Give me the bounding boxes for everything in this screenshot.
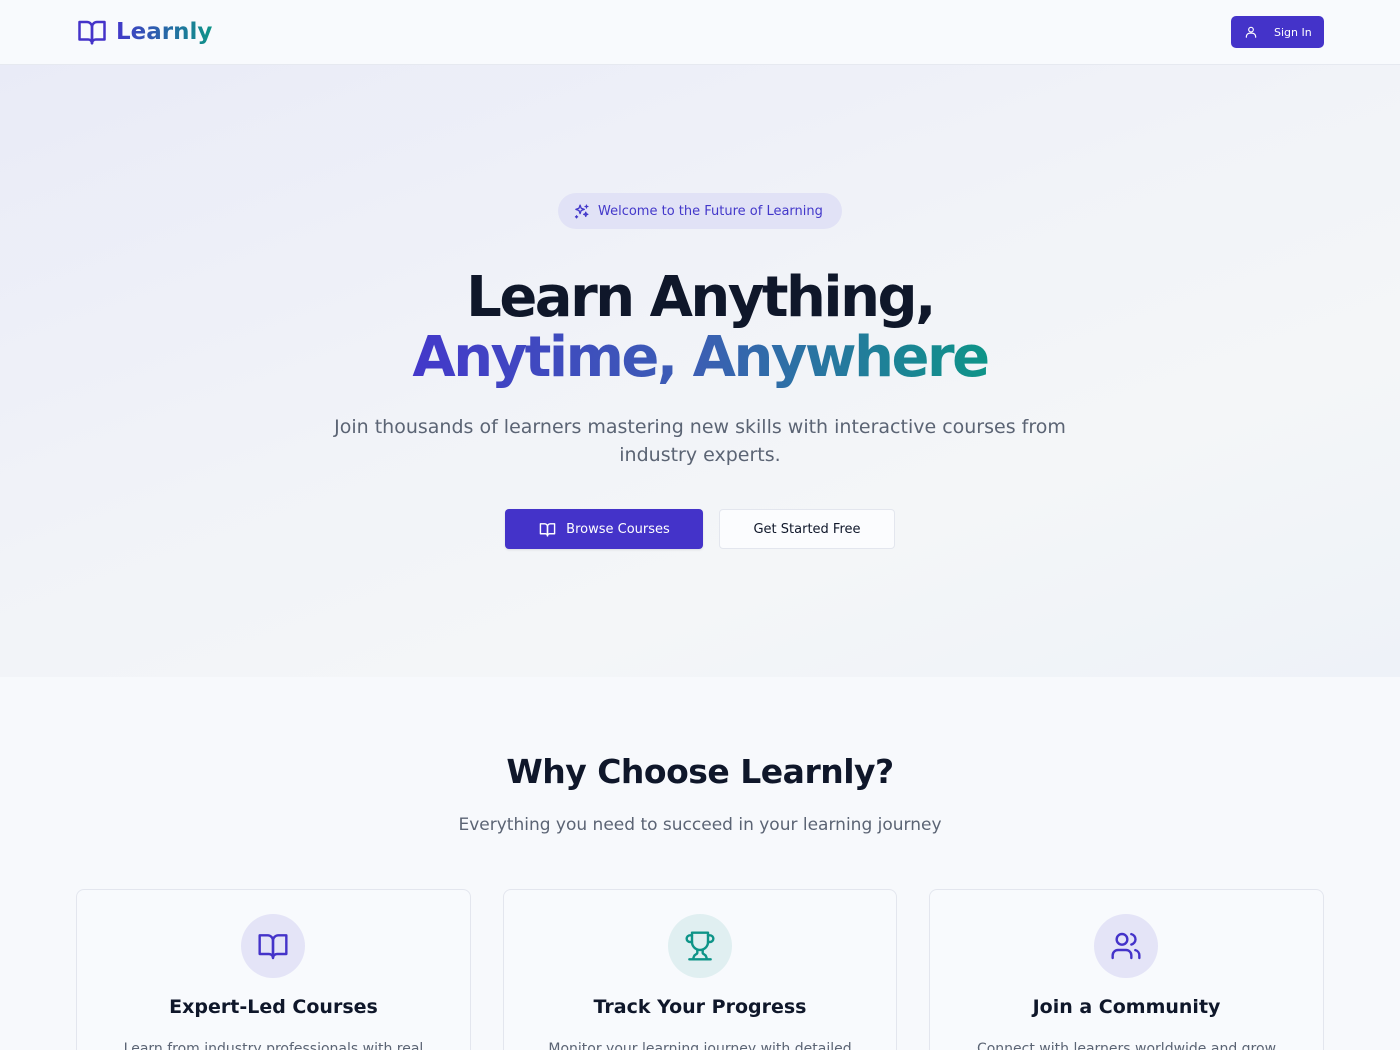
hero-subtitle: Join thousands of learners mastering new…: [334, 416, 1066, 466]
sign-in-button[interactable]: Sign In: [1231, 16, 1324, 48]
brand-logo[interactable]: Learnly: [76, 17, 212, 47]
browse-courses-label: Browse Courses: [566, 521, 670, 537]
users-icon: [1111, 932, 1141, 960]
feature-card-description: Learn from industry professionals with r…: [123, 1041, 424, 1050]
features-subtitle: Everything you need to succeed in your l…: [458, 815, 942, 835]
welcome-badge: Welcome to the Future of Learning: [558, 193, 842, 229]
book-open-icon: [78, 20, 106, 45]
feature-card-title: Join a Community: [1032, 996, 1221, 1018]
feature-card-description: Monitor your learning journey with detai…: [548, 1041, 852, 1050]
feature-icon-wrap: [668, 914, 732, 978]
features-title: Why Choose Learnly?: [506, 752, 894, 791]
brand-name: Learnly: [116, 19, 213, 45]
book-open-icon: [258, 934, 288, 960]
browse-courses-button[interactable]: Browse Courses: [505, 509, 703, 549]
hero-section: Welcome to the Future of Learning Learn …: [0, 65, 1400, 677]
feature-card-track-progress: Track Your Progress Monitor your learnin…: [503, 889, 897, 1050]
feature-card-title: Expert-Led Courses: [169, 996, 378, 1018]
get-started-button[interactable]: Get Started Free: [719, 509, 895, 549]
feature-card-expert-courses: Expert-Led Courses Learn from industry p…: [76, 889, 471, 1050]
feature-icon-wrap: [1094, 914, 1158, 978]
get-started-label: Get Started Free: [753, 521, 861, 537]
hero-title-line1: Learn Anything,: [466, 265, 936, 330]
top-nav: Learnly Sign In: [0, 0, 1400, 65]
feature-icon-wrap: [241, 914, 305, 978]
hero-title-line2: Anytime, Anywhere: [0, 328, 1400, 388]
book-open-icon: [539, 522, 556, 537]
feature-card-description: Connect with learners worldwide and grow: [976, 1041, 1277, 1050]
feature-card-title: Track Your Progress: [593, 996, 807, 1018]
sign-in-label: Sign In: [1274, 25, 1312, 39]
feature-card-community: Join a Community Connect with learners w…: [929, 889, 1324, 1050]
user-icon: [1245, 26, 1257, 38]
sparkles-icon: [574, 203, 589, 219]
hero-title-gradient: Anytime, Anywhere: [412, 325, 990, 390]
welcome-badge-label: Welcome to the Future of Learning: [598, 203, 823, 219]
trophy-icon: [685, 931, 715, 961]
